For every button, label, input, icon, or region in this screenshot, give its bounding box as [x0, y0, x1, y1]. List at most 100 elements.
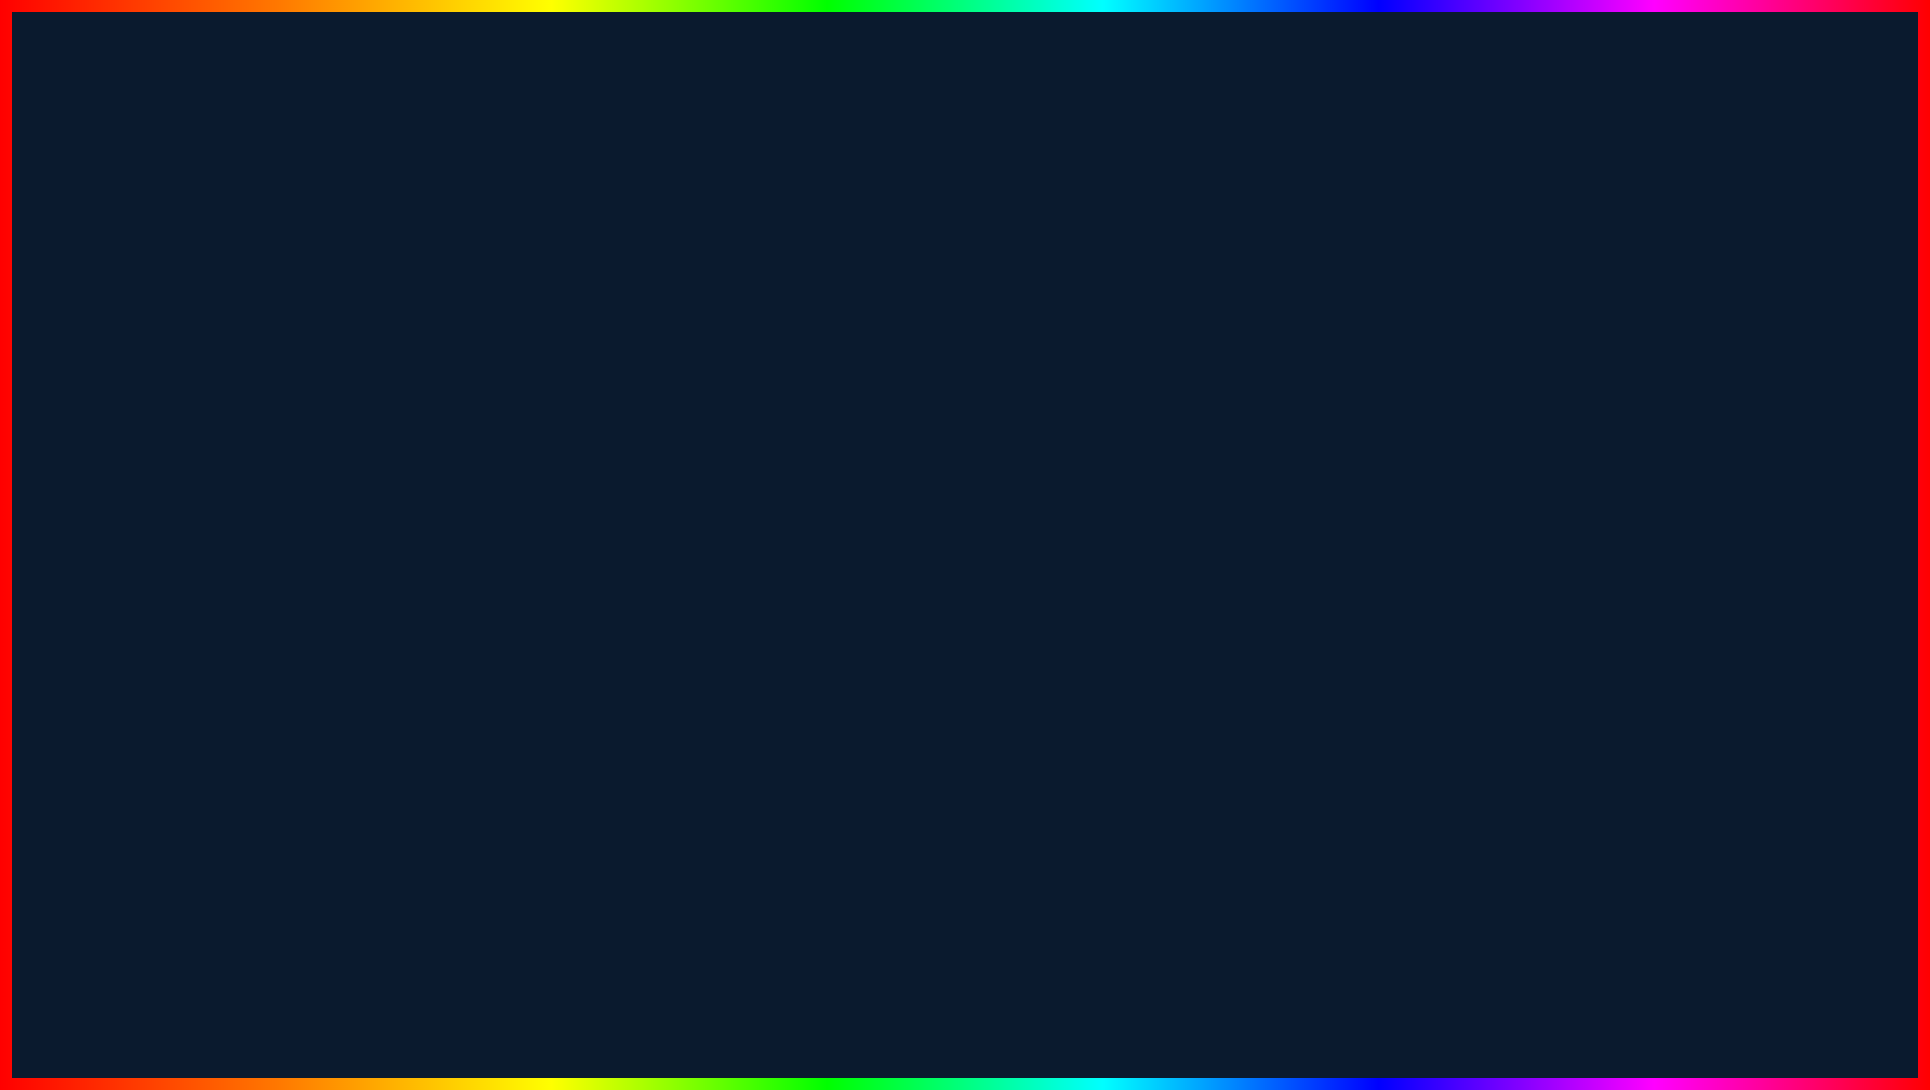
electric-claw-name: Electric Claw — [73, 398, 227, 416]
quest-sea-event-checkbox[interactable]: ✓ — [1103, 504, 1121, 522]
health-section: 4000 Health — [593, 312, 1007, 334]
letter-t: T — [1318, 33, 1423, 234]
front-item-icon: ◎ — [630, 514, 646, 528]
nav-back-set-position[interactable]: ⚑ Set Position — [463, 493, 582, 524]
nav-back-item[interactable]: ◎ Item — [463, 400, 582, 431]
front-teleport-icon: ◉ — [630, 545, 646, 559]
nav-back-teleport-label: Teleport — [497, 439, 543, 454]
letter-i: I — [1272, 33, 1317, 234]
nav-back-item-label: Item — [497, 408, 522, 423]
speed-slider-container[interactable]: 250 Speed — [748, 596, 1132, 632]
nav-front-teleport[interactable]: ◉ Teleport — [618, 536, 737, 567]
low-health-tween-row: Low Health Y Tween ✓ — [593, 342, 1007, 372]
window-back-minimize[interactable]: — — [953, 276, 975, 293]
svg-text:BL: BL — [1625, 844, 1681, 890]
item-card-monster-magnet: Material x1 — [1710, 250, 1870, 428]
window-back-controls: — ✕ — [953, 276, 1005, 293]
mutant-tooth-material-label: Material — [73, 573, 207, 588]
nav-back-developer[interactable]: ⌂ Developer — [463, 307, 582, 338]
window-front-content: Select Boat PirateGrandBrigade ▲ Select … — [738, 407, 1142, 696]
health-bar-text: 4000 Health — [603, 316, 670, 330]
nav-front-race-v4[interactable]: ✦ Race V4 — [618, 629, 737, 660]
speed-slider[interactable] — [759, 603, 1121, 611]
nav-front-developer-label: Developer — [652, 420, 711, 435]
nav-front-set-position[interactable]: ⚑ Set Position — [618, 598, 737, 629]
title-fruits: FRUITS — [918, 33, 1538, 234]
electric-claw-material-label: Material — [73, 263, 227, 278]
window-front: Hirimi Hub — ✕ ⌂ Developer ◇ Main ⚙ Sett… — [615, 370, 1145, 699]
window-front-titlebar: Hirimi Hub — ✕ — [618, 373, 1142, 407]
low-health-tween-checkbox[interactable]: ✓ — [989, 348, 1007, 366]
nav-front-sky[interactable]: ☁ Sky — [618, 660, 737, 691]
nav-front-developer[interactable]: ⌂ Developer — [618, 412, 737, 443]
letter-o: O — [622, 33, 757, 234]
select-zone-value: Zone 4 ▲ — [1060, 467, 1121, 482]
nav-back-race-v4-label: Race V4 — [497, 532, 547, 547]
nav-front-main[interactable]: ◇ Main — [618, 443, 737, 474]
monster-magnet-name: Monster Magnet — [1723, 398, 1857, 415]
window-front-close[interactable]: ✕ — [1110, 381, 1130, 398]
svg-text:FRUITS: FRUITS — [1625, 897, 1764, 939]
leviathan-heart-icon — [1740, 491, 1840, 591]
nav-front-teleport-label: Teleport — [652, 544, 698, 559]
nav-front-setting-label: Setting — [652, 482, 692, 497]
change-speed-boat-row[interactable]: Change Speed Boat — [748, 636, 1132, 672]
sea-event-bottom-text: SEA EVENT — [227, 946, 790, 1058]
title-container: BLOX FRUITS — [0, 30, 1930, 237]
setting-icon: ⚙ — [475, 378, 491, 392]
nav-back-setting[interactable]: ⚙ Setting — [463, 369, 582, 400]
nav-front-sea-event[interactable]: 📈 Sea Event — [618, 567, 737, 598]
window-front-controls: — ✕ — [1078, 381, 1130, 398]
set-speed-label: Set Speed — [748, 559, 1132, 592]
nav-back-sky[interactable]: ☁ Sky — [463, 555, 582, 586]
mobile-badge: MOBILE ✔ — [80, 430, 381, 490]
nav-front-setting[interactable]: ⚙ Setting — [618, 474, 737, 505]
select-boat-row[interactable]: Select Boat PirateGrandBrigade ▲ — [748, 421, 1132, 454]
race-v4-icon: ✦ — [475, 533, 491, 547]
leviathan-heart-name: Leviathan Heart — [1723, 596, 1857, 613]
window-front-minimize[interactable]: — — [1078, 381, 1100, 398]
electric-claw-count: x19 — [73, 278, 227, 293]
item-card-mutant-tooth: Material x1 Mutant Tooth — [60, 560, 220, 738]
select-boat-label: Select Boat — [759, 430, 830, 445]
letter-l: L — [517, 33, 622, 234]
front-race-v4-icon: ✦ — [630, 638, 646, 652]
letter-f: F — [918, 33, 1023, 234]
item-cards-right: Material x1 — [1710, 250, 1870, 626]
select-zone-label: Select Zone — [759, 467, 832, 482]
nav-back-sky-label: Sky — [497, 563, 519, 578]
electric-claw-icon — [100, 293, 200, 393]
quest-sea-event-row[interactable]: Quest Sea Event ✓ — [748, 495, 1132, 531]
quest-sea-event-label: Quest Sea Event — [759, 506, 862, 521]
nav-back-sea-event[interactable]: 📈 Sea Event — [463, 462, 582, 493]
nav-back-teleport[interactable]: ◉ Teleport — [463, 431, 582, 462]
nav-back-main-label: Main — [497, 346, 525, 361]
letter-x: X — [757, 33, 872, 234]
select-zone-row[interactable]: Select Zone Zone 4 ▲ — [748, 458, 1132, 491]
monster-magnet-count: x1 — [1723, 278, 1857, 293]
mutant-tooth-name: Mutant Tooth — [73, 708, 207, 725]
android-badge: ANDROID ✔ — [80, 500, 381, 560]
window-back-titlebar: Hirimi Hub — ✕ — [463, 268, 1017, 302]
front-main-icon: ◇ — [630, 452, 646, 466]
window-front-sidebar: ⌂ Developer ◇ Main ⚙ Setting ◎ Item ◉ — [618, 407, 738, 696]
front-developer-icon: ⌂ — [630, 421, 646, 435]
front-sea-event-icon: 📈 — [630, 576, 646, 590]
nav-front-item[interactable]: ◎ Item — [618, 505, 737, 536]
nav-front-race-v4-label: Race V4 — [652, 637, 702, 652]
nav-back-race-v4[interactable]: ✦ Race V4 — [463, 524, 582, 555]
nav-back-sea-event-label: Sea Event — [497, 470, 559, 485]
title-blox: BLOX — [392, 33, 917, 234]
sea-event-icon: 📈 — [475, 471, 491, 485]
nav-front-sky-label: Sky — [652, 668, 674, 683]
badges-container: MOBILE ✔ ANDROID ✔ — [80, 430, 381, 570]
window-back-sidebar: ⌂ Developer ◇ Main ⚙ Setting ◎ Item ◉ — [463, 302, 583, 591]
nav-back-main[interactable]: ◇ Main — [463, 338, 582, 369]
nav-front-sea-event-label: Sea Event — [652, 575, 714, 590]
window-back-close[interactable]: ✕ — [985, 276, 1005, 293]
window-back-title: Hirimi Hub — [475, 276, 551, 293]
letter-s: S — [1422, 33, 1537, 234]
speed-slider-fill — [759, 603, 868, 611]
change-speed-boat-checkbox[interactable] — [1103, 645, 1121, 663]
window-front-body: ⌂ Developer ◇ Main ⚙ Setting ◎ Item ◉ — [618, 407, 1142, 696]
